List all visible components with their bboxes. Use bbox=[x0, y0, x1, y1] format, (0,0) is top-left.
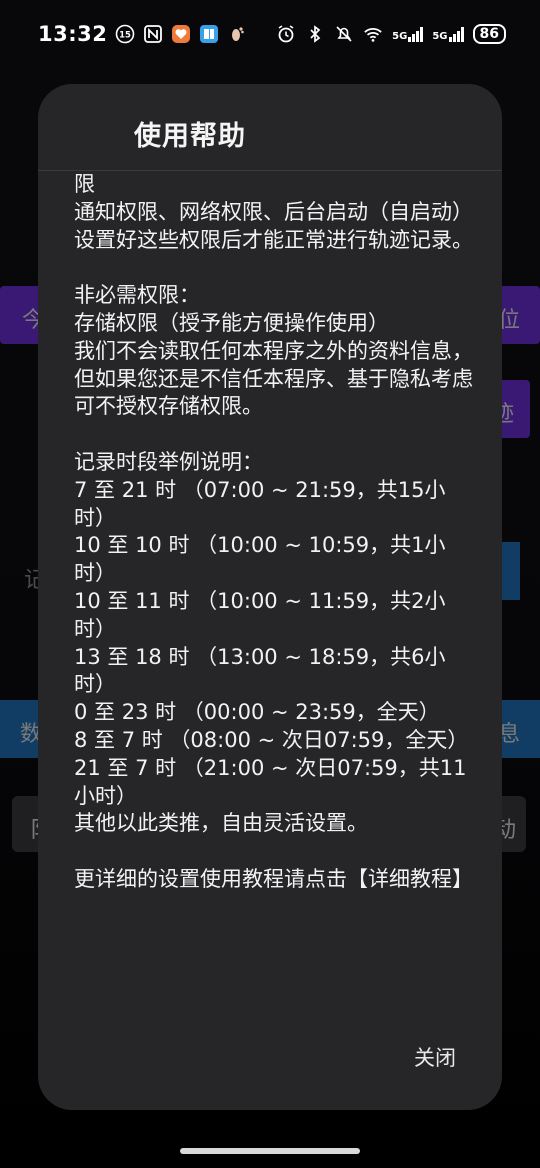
app-heart-icon bbox=[171, 24, 191, 44]
dialog-text-line: 限 bbox=[74, 172, 95, 196]
notification-count-icon: 15 bbox=[115, 24, 135, 44]
dialog-text-line: 其他以此类推，自由灵活设置。 bbox=[74, 811, 368, 836]
dialog-text-line: 0 至 23 时 （00:00 ~ 23:59，全天） bbox=[74, 700, 440, 725]
dialog-text-line: 我们不会读取任何本程序之外的资料信息，但如果您还是不信任本程序、基于隐私考虑可不… bbox=[74, 338, 473, 419]
status-bar: 13:32 15 5G 5G 86 bbox=[0, 0, 540, 68]
notif-badge-text: 15 bbox=[119, 31, 131, 41]
dialog-text-line: 设置好这些权限后才能正常进行轨迹记录。 bbox=[74, 227, 473, 252]
dialog-text-line: 7 至 21 时 （07:00 ~ 21:59，共15小时） bbox=[74, 477, 446, 530]
signal-5g-2: 5G bbox=[432, 26, 464, 42]
dialog-text-line: 21 至 7 时 （21:00 ~ 次日07:59，共11小时） bbox=[74, 755, 467, 808]
dialog-text-line: 10 至 11 时 （10:00 ~ 11:59，共2小时） bbox=[74, 588, 446, 641]
alarm-icon bbox=[276, 24, 296, 44]
dialog-text-line: 通知权限、网络权限、后台启动（自启动） bbox=[74, 199, 473, 224]
dialog-blank-line bbox=[74, 421, 474, 449]
dialog-text-line: 8 至 7 时 （08:00 ~ 次日07:59，全天） bbox=[74, 727, 469, 752]
dialog-blank-line bbox=[74, 254, 474, 282]
battery-icon: 86 bbox=[472, 24, 506, 44]
dialog-scroll-content[interactable]: 限通知权限、网络权限、后台启动（自启动） 设置好这些权限后才能正常进行轨迹记录。 … bbox=[74, 171, 474, 1031]
dialog-title: 使用帮助 bbox=[134, 121, 246, 152]
bluetooth-icon bbox=[305, 24, 325, 44]
dialog-text-line: 更详细的设置使用教程请点击【详细教程】 bbox=[74, 866, 473, 891]
dialog-text-line: 非必需权限： bbox=[74, 283, 200, 308]
help-dialog: 使用帮助 限通知权限、网络权限、后台启动（自启动） 设置好这些权限后才能正常进行轨… bbox=[38, 84, 502, 1110]
mute-bell-icon bbox=[334, 24, 354, 44]
dialog-text-line: 10 至 10 时 （10:00 ~ 10:59，共1小时） bbox=[74, 533, 446, 586]
signal-5g-1: 5G bbox=[392, 26, 424, 42]
dialog-blank-line bbox=[74, 838, 474, 866]
gesture-bar[interactable] bbox=[180, 1148, 360, 1154]
app-book-icon bbox=[199, 24, 219, 44]
dialog-text-line: 13 至 18 时 （13:00 ~ 18:59，共6小时） bbox=[74, 644, 446, 697]
network-type-1: 5G bbox=[392, 31, 408, 42]
dialog-text-line: 记录时段举例说明： bbox=[74, 449, 263, 474]
screen: 今 位 迹 记 数 息 阝 动 13:32 15 bbox=[0, 0, 540, 1168]
close-button[interactable]: 关闭 bbox=[412, 1038, 458, 1076]
dialog-text-line: 存储权限（授予能方便操作使用） bbox=[74, 310, 389, 335]
wifi-icon bbox=[363, 24, 383, 44]
nfc-icon bbox=[143, 24, 163, 44]
app-footprint-icon bbox=[227, 24, 247, 44]
signal-bars-icon bbox=[448, 26, 464, 42]
signal-bars-icon bbox=[408, 26, 424, 42]
status-time: 13:32 bbox=[38, 22, 108, 46]
battery-level: 86 bbox=[479, 26, 499, 42]
network-type-2: 5G bbox=[432, 31, 448, 42]
